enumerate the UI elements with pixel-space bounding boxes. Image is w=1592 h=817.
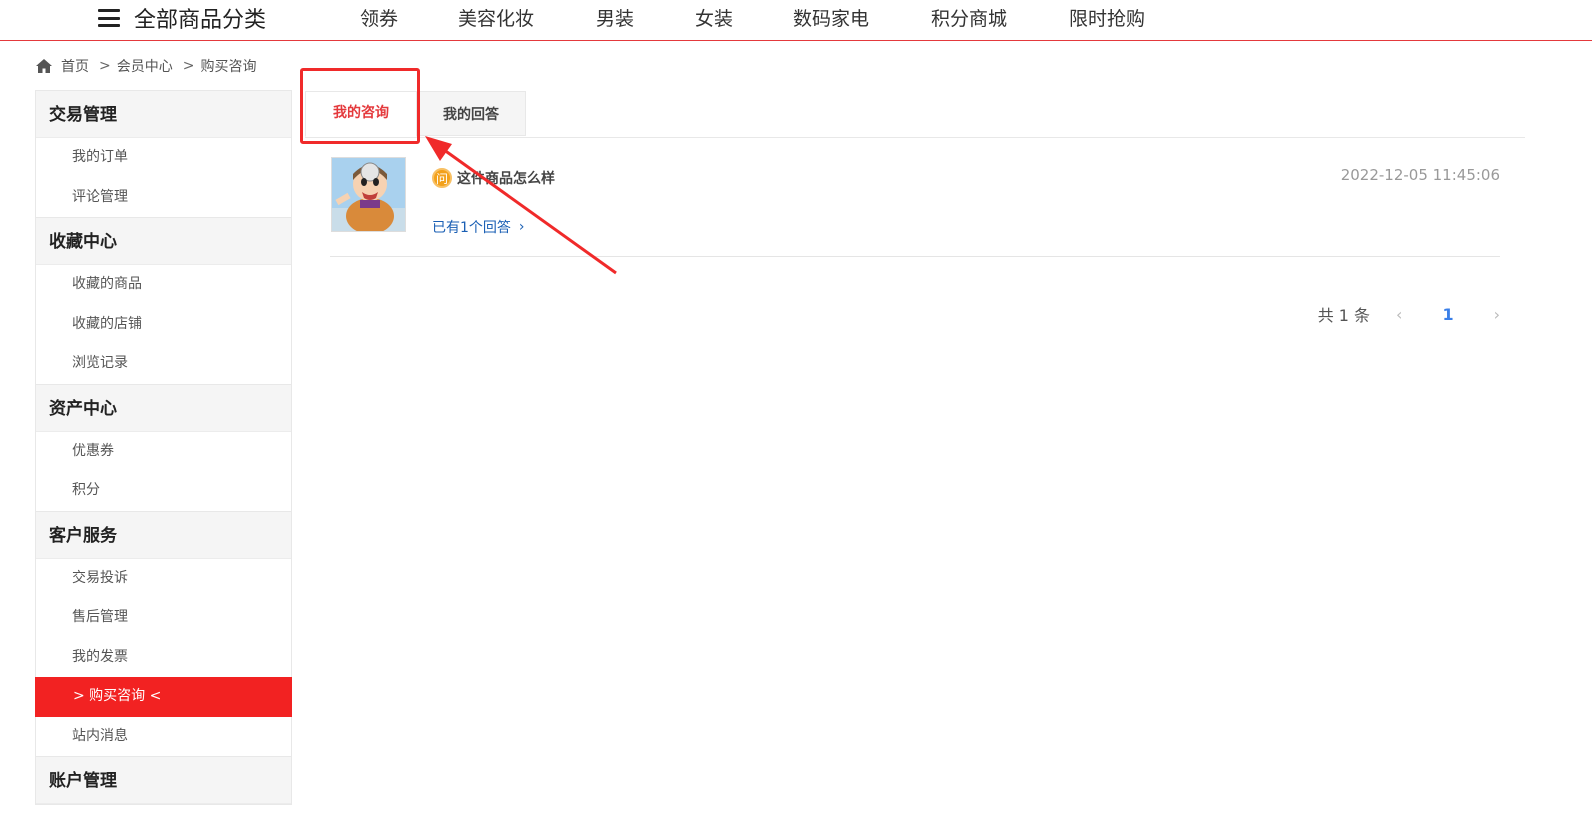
- all-categories-label: 全部商品分类: [134, 8, 267, 33]
- sidebar-item-fav-shops[interactable]: 收藏的店铺: [36, 304, 291, 344]
- sidebar-item-messages[interactable]: 站内消息: [36, 716, 291, 756]
- sidebar-item-invoices[interactable]: 我的发票: [36, 637, 291, 677]
- nav-item-digital[interactable]: 数码家电: [793, 4, 869, 31]
- answers-count: 已有1个回答: [432, 220, 511, 236]
- home-icon[interactable]: [35, 58, 53, 74]
- avatar: [331, 157, 406, 232]
- answers-link[interactable]: 已有1个回答 ›: [432, 217, 525, 237]
- nav-item-flash-sale[interactable]: 限时抢购: [1069, 4, 1145, 31]
- nav-item-points-mall[interactable]: 积分商城: [931, 4, 1007, 31]
- sidebar-item-fav-products[interactable]: 收藏的商品: [36, 265, 291, 305]
- breadcrumb-home[interactable]: 首页: [61, 56, 89, 76]
- avatar-illustration: [332, 158, 405, 231]
- breadcrumb-member-center[interactable]: 会员中心: [117, 56, 173, 76]
- sidebar-item-after-sales[interactable]: 售后管理: [36, 598, 291, 638]
- pagination-total: 共 1 条: [1317, 306, 1371, 325]
- top-navigation: 全部商品分类 领券 美容化妆 男装 女装 数码家电 积分商城 限时抢购: [0, 0, 1592, 41]
- menu-icon: [98, 9, 120, 27]
- sidebar-group-account: 账户管理: [36, 756, 291, 804]
- sidebar-item-purchase-consult[interactable]: > 购买咨询 <: [35, 677, 292, 717]
- question-timestamp: 2022-12-05 11:45:06: [1340, 166, 1500, 184]
- sidebar-group-service: 客户服务: [36, 510, 291, 559]
- sidebar-group-assets: 资产中心: [36, 383, 291, 432]
- breadcrumb-separator: >: [99, 58, 111, 74]
- tab-my-answers[interactable]: 我的回答: [417, 91, 526, 136]
- tab-my-questions[interactable]: 我的咨询: [305, 91, 417, 137]
- sidebar-item-my-orders[interactable]: 我的订单: [36, 138, 291, 178]
- question-badge-icon: 问: [432, 168, 452, 188]
- nav-item-beauty[interactable]: 美容化妆: [458, 4, 534, 31]
- breadcrumb-current: 购买咨询: [200, 59, 257, 75]
- all-categories-button[interactable]: 全部商品分类: [98, 2, 266, 34]
- breadcrumb: 首页 > 会员中心 > 购买咨询: [35, 56, 256, 76]
- sidebar-group-trade: 交易管理: [36, 90, 291, 138]
- sidebar-item-coupons[interactable]: 优惠券: [36, 431, 291, 471]
- question-title[interactable]: 这件商品怎么样: [457, 168, 555, 188]
- sidebar-item-history[interactable]: 浏览记录: [36, 344, 291, 384]
- sidebar-item-reviews[interactable]: 评论管理: [36, 177, 291, 217]
- question-title-row: 问 这件商品怎么样: [432, 167, 555, 189]
- sidebar-group-favorites: 收藏中心: [36, 217, 291, 265]
- question-item: 问 这件商品怎么样 2022-12-05 11:45:06 已有1个回答 ›: [330, 155, 1500, 257]
- sidebar-item-points[interactable]: 积分: [36, 471, 291, 511]
- pagination-page[interactable]: 1: [1442, 305, 1453, 324]
- sidebar: 交易管理 我的订单 评论管理 收藏中心 收藏的商品 收藏的店铺 浏览记录 资产中…: [35, 90, 292, 805]
- chevron-right-icon: ›: [518, 219, 525, 235]
- consult-tabs: 我的咨询 我的回答: [305, 91, 1525, 138]
- nav-item-womenswear[interactable]: 女装: [695, 4, 733, 31]
- sidebar-item-complaints[interactable]: 交易投诉: [36, 558, 291, 598]
- pagination: 共 1 条 ‹ 1 ›: [1318, 302, 1500, 326]
- nav-item-coupons[interactable]: 领券: [360, 4, 398, 31]
- chevron-right-icon[interactable]: ›: [1494, 305, 1500, 324]
- nav-item-menswear[interactable]: 男装: [596, 4, 634, 31]
- chevron-left-icon[interactable]: ‹: [1396, 305, 1402, 324]
- breadcrumb-separator: >: [182, 58, 195, 74]
